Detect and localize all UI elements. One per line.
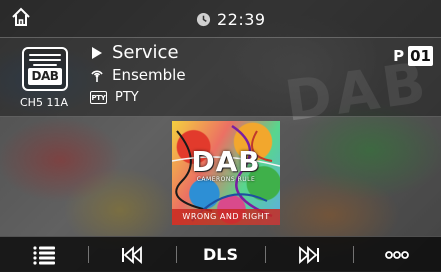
- home-icon[interactable]: [10, 6, 32, 28]
- channel-label: CH5 11A: [20, 96, 68, 109]
- service-row: Service: [90, 42, 179, 63]
- bottom-toolbar: DLS: [0, 236, 441, 272]
- list-button[interactable]: [0, 237, 88, 272]
- previous-button[interactable]: [88, 237, 176, 272]
- dls-label: DLS: [203, 245, 238, 264]
- service-name: Service: [112, 42, 179, 63]
- album-art-artist: CAMERONS RULE: [196, 176, 256, 183]
- ensemble-name: Ensemble: [112, 66, 186, 84]
- preset-indicator: P 01: [393, 46, 433, 66]
- more-icon: [385, 250, 409, 259]
- status-bar: 22:39: [0, 0, 441, 38]
- preset-number: 01: [408, 46, 433, 66]
- dls-button[interactable]: DLS: [176, 237, 264, 272]
- time-display: 22:39: [217, 9, 266, 29]
- clock-icon: [196, 12, 211, 26]
- ensemble-row: Ensemble: [90, 66, 186, 84]
- pty-label: PTY: [115, 90, 139, 105]
- preset-label: P: [393, 47, 405, 65]
- dab-logo: DAB: [22, 47, 68, 91]
- play-icon: [92, 46, 102, 59]
- signal-icon: [91, 70, 103, 82]
- more-button[interactable]: [352, 237, 441, 272]
- station-info-panel: DAB CH5 11A Service Ensemble PTY PTY P 0…: [0, 38, 441, 117]
- skip-back-icon: [122, 245, 143, 264]
- list-icon: [33, 245, 56, 265]
- pty-icon: PTY: [90, 91, 107, 104]
- clock: 22:39: [196, 8, 266, 30]
- next-button[interactable]: [264, 237, 353, 272]
- album-art-title: DAB: [191, 145, 261, 178]
- skip-forward-icon: [298, 245, 319, 264]
- dab-logo-text: DAB: [28, 68, 62, 85]
- album-art-album: WRONG AND RIGHT: [172, 209, 280, 225]
- album-art: DAB CAMERONS RULE WRONG AND RIGHT: [172, 121, 280, 225]
- pty-row: PTY PTY: [90, 90, 139, 105]
